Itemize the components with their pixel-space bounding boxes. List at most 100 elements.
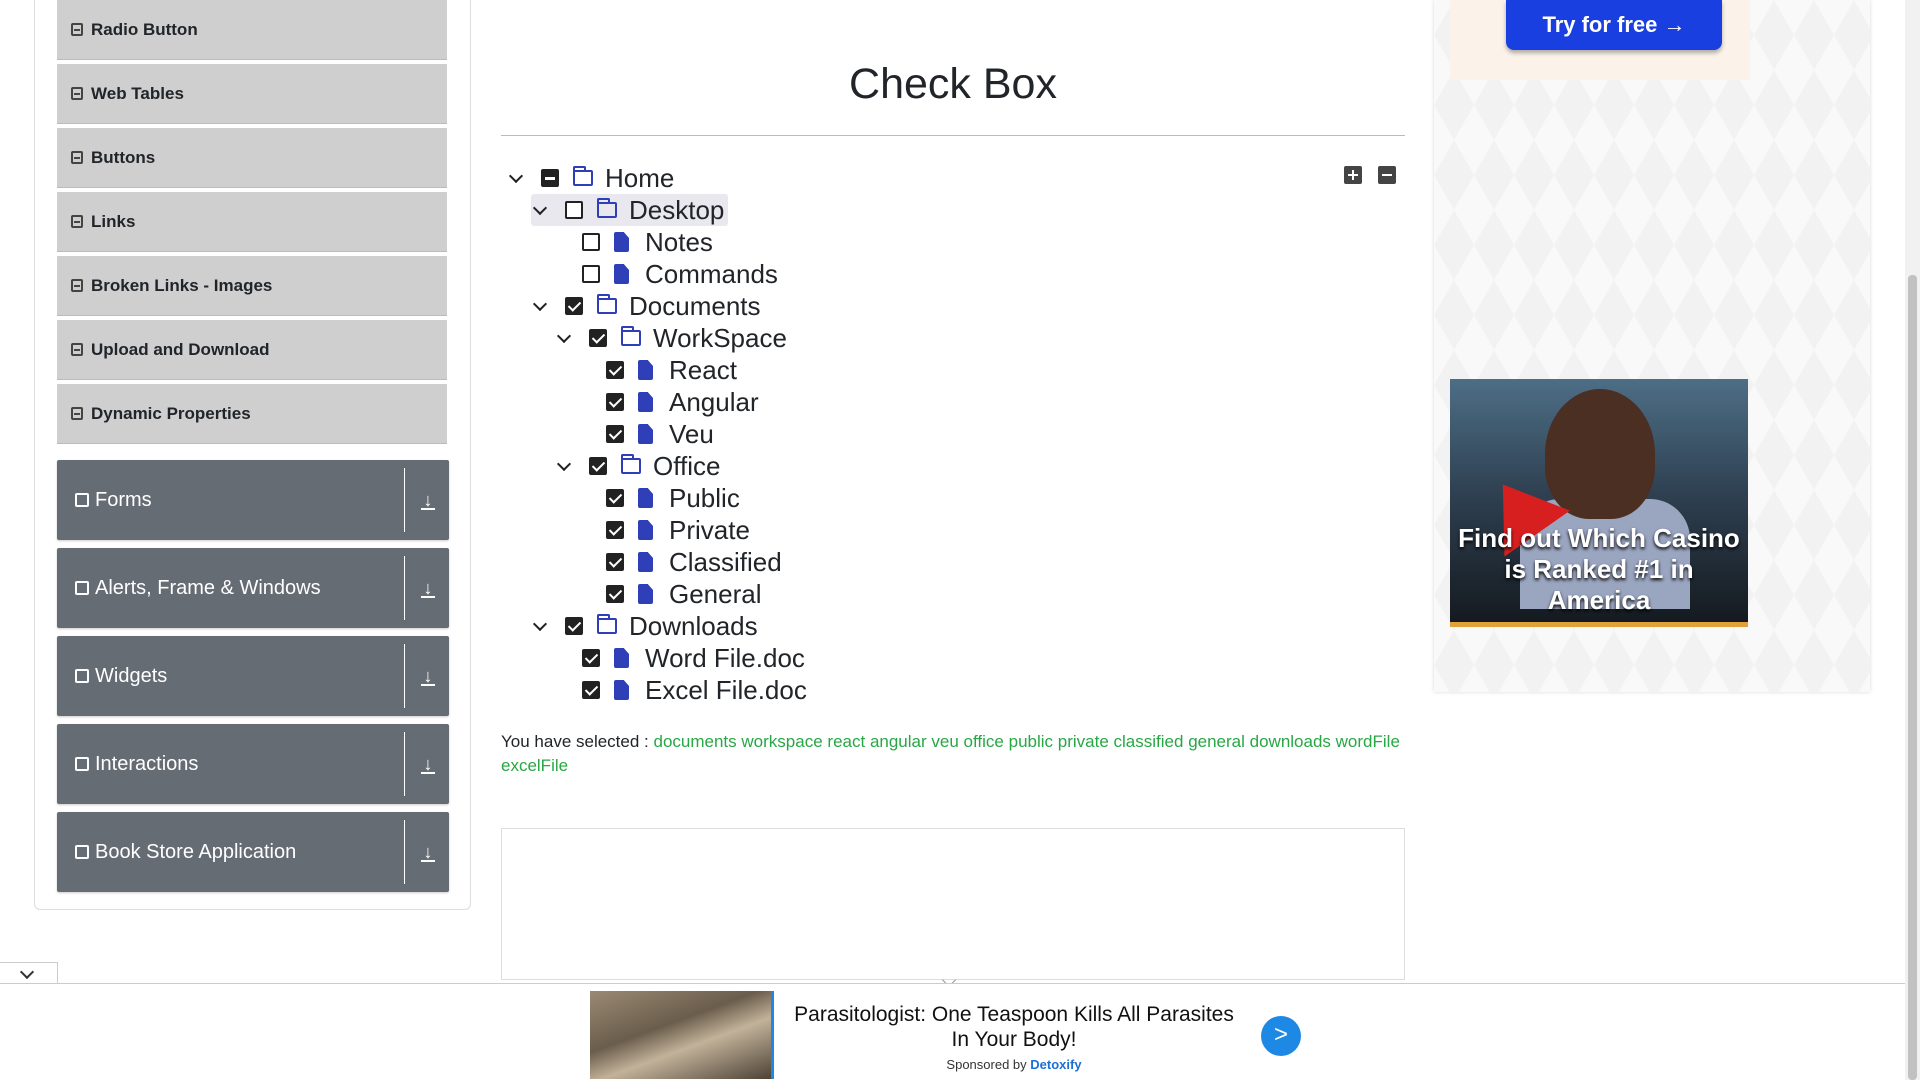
group-label: Widgets xyxy=(95,664,168,687)
ad-thumbnail[interactable] xyxy=(590,991,774,1079)
file-icon xyxy=(614,264,629,284)
group-label: Alerts, Frame & Windows xyxy=(95,576,321,599)
checkbox-classified[interactable] xyxy=(606,553,624,571)
chevron-down-icon[interactable] xyxy=(533,299,547,313)
selected-item: downloads xyxy=(1249,732,1331,751)
download-arrow-icon[interactable]: ↓ xyxy=(417,664,439,688)
tree-node-label[interactable]: Private xyxy=(669,515,750,546)
sponsor-name[interactable]: Detoxify xyxy=(1030,1057,1081,1072)
group-alerts[interactable]: Alerts, Frame & Windows ↓ xyxy=(57,548,449,628)
ad-go-button[interactable]: > xyxy=(1261,1016,1301,1056)
checkbox-word-file[interactable] xyxy=(582,649,600,667)
scrollbar[interactable] xyxy=(1905,0,1920,1080)
checkbox-excel-file[interactable] xyxy=(582,681,600,699)
expand-all-button[interactable] xyxy=(1344,166,1362,184)
sidebar-item-buttons[interactable]: Buttons xyxy=(57,128,447,188)
casino-ad[interactable]: Find out Which Casino is Ranked #1 in Am… xyxy=(1450,379,1748,627)
chevron-down-icon[interactable] xyxy=(509,171,523,185)
tree-node-private: Private xyxy=(606,514,750,546)
download-arrow-icon[interactable]: ↓ xyxy=(417,752,439,776)
tree-node-label[interactable]: Office xyxy=(653,451,720,482)
selected-item: classified xyxy=(1113,732,1184,751)
checkbox-veu[interactable] xyxy=(606,425,624,443)
checkbox-angular[interactable] xyxy=(606,393,624,411)
chevron-down-icon[interactable] xyxy=(533,619,547,633)
tree-node-notes: Notes xyxy=(582,226,713,258)
list-icon xyxy=(71,279,83,292)
checkbox-workspace[interactable] xyxy=(589,329,607,347)
tree-node-label[interactable]: React xyxy=(669,355,737,386)
group-interactions[interactable]: Interactions ↓ xyxy=(57,724,449,804)
elements-menu: Radio Button Web Tables Buttons Links Br… xyxy=(57,0,447,448)
tree-node-commands: Commands xyxy=(582,258,778,290)
file-icon xyxy=(638,392,653,412)
folder-icon xyxy=(596,198,617,218)
tree-node-label[interactable]: Notes xyxy=(645,227,713,258)
checkbox-public[interactable] xyxy=(606,489,624,507)
sidebar-item-upload-download[interactable]: Upload and Download xyxy=(57,320,447,380)
file-icon xyxy=(638,552,653,572)
sidebar-item-web-tables[interactable]: Web Tables xyxy=(57,64,447,124)
tree-node-workspace: WorkSpace xyxy=(557,322,787,354)
tree-node-public: Public xyxy=(606,482,740,514)
tree-node-label[interactable]: Angular xyxy=(669,387,759,418)
tree-node-label[interactable]: Word File.doc xyxy=(645,643,805,674)
sidebar-item-label: Radio Button xyxy=(91,19,198,39)
scrollbar-thumb[interactable] xyxy=(1908,275,1917,1080)
tree-node-label[interactable]: Veu xyxy=(669,419,714,450)
group-widgets[interactable]: Widgets ↓ xyxy=(57,636,449,716)
try-for-free-button[interactable]: Try for free → xyxy=(1506,0,1722,50)
folder-icon xyxy=(620,454,641,474)
tree-node-downloads: Downloads xyxy=(533,610,758,642)
sidebar-item-radio-button[interactable]: Radio Button xyxy=(57,0,447,60)
selected-item: public xyxy=(1008,732,1054,751)
selected-item: react xyxy=(827,732,866,751)
checkbox-office[interactable] xyxy=(589,457,607,475)
chevron-down-icon[interactable] xyxy=(533,203,547,217)
tree-node-label[interactable]: Documents xyxy=(629,291,761,322)
list-icon xyxy=(71,343,83,356)
tree-node-label[interactable]: Desktop xyxy=(629,195,724,226)
group-forms[interactable]: Forms ↓ xyxy=(57,460,449,540)
checkbox-documents[interactable] xyxy=(565,297,583,315)
file-icon xyxy=(638,424,653,444)
sidebar-item-links[interactable]: Links xyxy=(57,192,447,252)
checkbox-notes[interactable] xyxy=(582,233,600,251)
tree-node-label[interactable]: Classified xyxy=(669,547,782,578)
download-arrow-icon[interactable]: ↓ xyxy=(417,576,439,600)
tree-node-general: General xyxy=(606,578,762,610)
ad-sponsor-line: Sponsored by Detoxify xyxy=(784,1057,1244,1072)
tree-node-label[interactable]: Excel File.doc xyxy=(645,675,807,706)
interaction-icon xyxy=(75,757,89,771)
selected-item: veu xyxy=(931,732,959,751)
checkbox-home[interactable] xyxy=(541,169,559,187)
checkbox-private[interactable] xyxy=(606,521,624,539)
selected-item: documents xyxy=(653,732,737,751)
chevron-down-icon[interactable] xyxy=(557,459,571,473)
checkbox-downloads[interactable] xyxy=(565,617,583,635)
sidebar-item-broken-links[interactable]: Broken Links - Images xyxy=(57,256,447,316)
checkbox-commands[interactable] xyxy=(582,265,600,283)
selected-item: office xyxy=(963,732,1004,751)
download-arrow-icon[interactable]: ↓ xyxy=(417,840,439,864)
sidebar-item-dynamic-properties[interactable]: Dynamic Properties xyxy=(57,384,447,444)
tree-node-label[interactable]: WorkSpace xyxy=(653,323,787,354)
checkbox-react[interactable] xyxy=(606,361,624,379)
ad-title[interactable]: Parasitologist: One Teaspoon Kills All P… xyxy=(784,1002,1244,1052)
folder-icon xyxy=(572,166,593,186)
top-ad: Try for free → xyxy=(1450,0,1750,80)
tree-node-label[interactable]: Home xyxy=(605,163,674,194)
checkbox-desktop[interactable] xyxy=(565,201,583,219)
tree-node-label[interactable]: Downloads xyxy=(629,611,758,642)
collapse-all-button[interactable] xyxy=(1378,166,1396,184)
tree-node-label[interactable]: Public xyxy=(669,483,740,514)
download-arrow-icon[interactable]: ↓ xyxy=(417,488,439,512)
chevron-down-icon[interactable] xyxy=(557,331,571,345)
ad-placeholder xyxy=(501,828,1405,980)
selected-item: private xyxy=(1057,732,1109,751)
tree-node-label[interactable]: General xyxy=(669,579,762,610)
checkbox-general[interactable] xyxy=(606,585,624,603)
group-book-store[interactable]: Book Store Application ↓ xyxy=(57,812,449,892)
selected-item: excelFile xyxy=(501,756,569,775)
tree-node-label[interactable]: Commands xyxy=(645,259,778,290)
